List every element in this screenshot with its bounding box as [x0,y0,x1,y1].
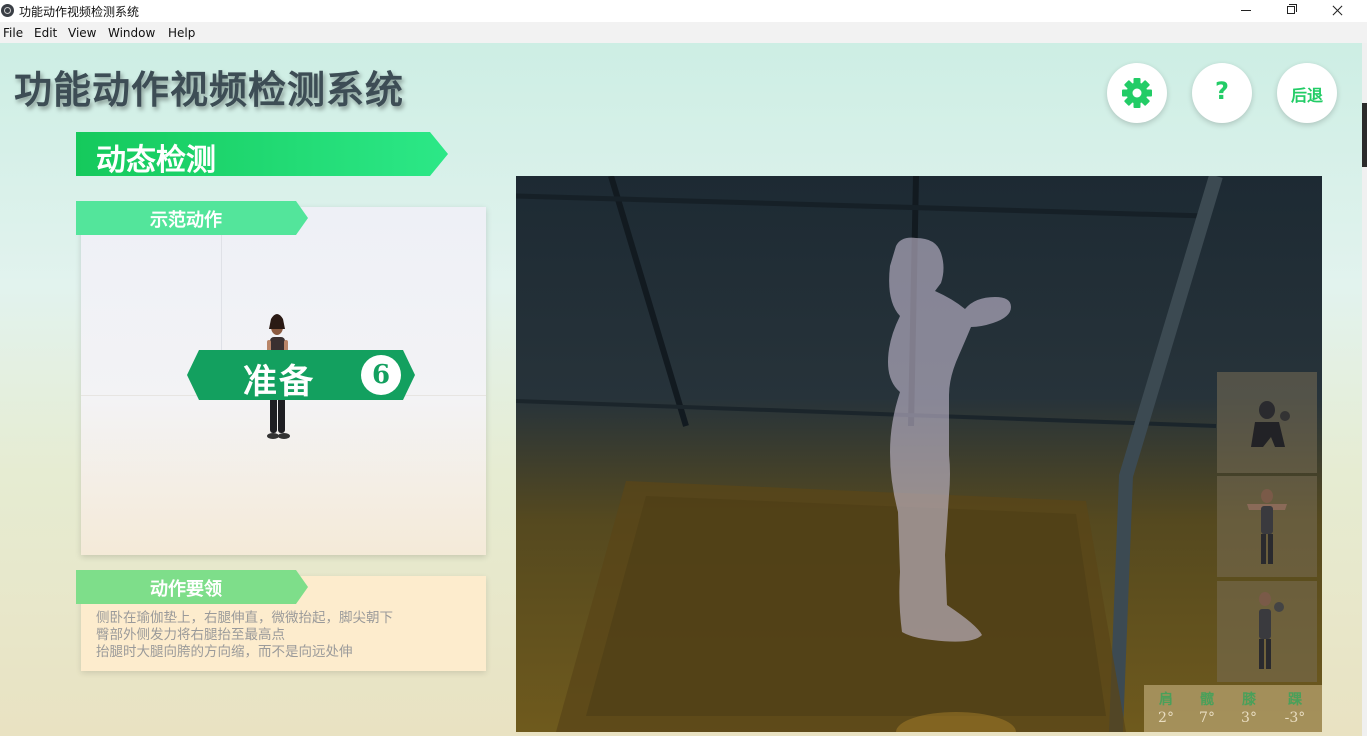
joint-angle-value: -3° [1284,710,1306,726]
joint-angle-value: 7° [1199,710,1215,726]
section-title: 动态检测 [96,143,216,178]
ready-status-label: 准备 [243,362,315,402]
help-label: ? [1215,77,1229,105]
back-button[interactable]: 后退 [1277,63,1337,123]
app-icon [1,4,14,17]
menu-edit[interactable]: Edit [34,26,57,40]
pose-guide-silhouette [888,237,1011,642]
pose-thumbnail[interactable] [1217,476,1317,577]
menu-window[interactable]: Window [108,26,155,40]
joint-angle-panel: 肩 髋 膝 踝 2° 7° 3° -3° [1144,685,1322,732]
joint-name: 髋 [1200,692,1214,708]
ready-banner: 准备 6 [187,350,415,400]
pose-thumbnail-image [1247,489,1287,564]
joint-name: 肩 [1159,692,1173,708]
demo-tab: 示范动作 [76,201,308,235]
countdown-badge: 6 [361,355,401,395]
minimize-button[interactable] [1224,0,1268,22]
pose-thumbnail[interactable] [1217,581,1317,682]
pose-thumbnail-image [1251,401,1290,447]
window-titlebar: 功能动作视频检测系统 [0,0,1367,22]
joint-angle-value: 3° [1241,710,1257,726]
pose-thumbnail-image [1259,592,1284,669]
camera-video-view: 肩 髋 膝 踝 2° 7° 3° -3° [516,176,1322,732]
main-area: 功能动作视频检测系统 ? 后退 动态检测 示范动作 准备 6 侧卧在瑜伽垫上，右… [0,43,1362,736]
tip-line: 抬腿时大腿向胯的方向缩，而不是向远处伸 [96,644,353,660]
demo-tab-label: 示范动作 [150,210,222,231]
joint-name: 踝 [1288,692,1302,708]
menu-file[interactable]: File [3,26,23,40]
tip-line: 臀部外侧发力将右腿抬至最高点 [96,627,285,643]
restore-button[interactable] [1269,0,1313,22]
gear-icon [1122,78,1152,108]
menu-help[interactable]: Help [168,26,195,40]
menu-bar: File Edit View Window Help [0,22,1367,43]
pose-thumbnail[interactable] [1217,372,1317,473]
settings-button[interactable] [1107,63,1167,123]
scrollbar-thumb[interactable] [1362,103,1367,167]
section-banner: 动态检测 [76,132,448,176]
close-button[interactable] [1315,0,1359,22]
joint-angle-value: 2° [1158,710,1174,726]
app-title: 功能动作视频检测系统 [14,67,405,112]
help-button[interactable]: ? [1192,63,1252,123]
back-label: 后退 [1290,86,1323,105]
tips-tab-label: 动作要领 [150,579,222,600]
tips-tab: 动作要领 [76,570,308,604]
tip-line: 侧卧在瑜伽垫上，右腿伸直，微微抬起，脚尖朝下 [96,610,393,626]
menu-view[interactable]: View [68,26,96,40]
window-title: 功能动作视频检测系统 [19,5,140,19]
vertical-scrollbar[interactable] [1362,43,1367,736]
joint-name: 膝 [1242,692,1256,708]
